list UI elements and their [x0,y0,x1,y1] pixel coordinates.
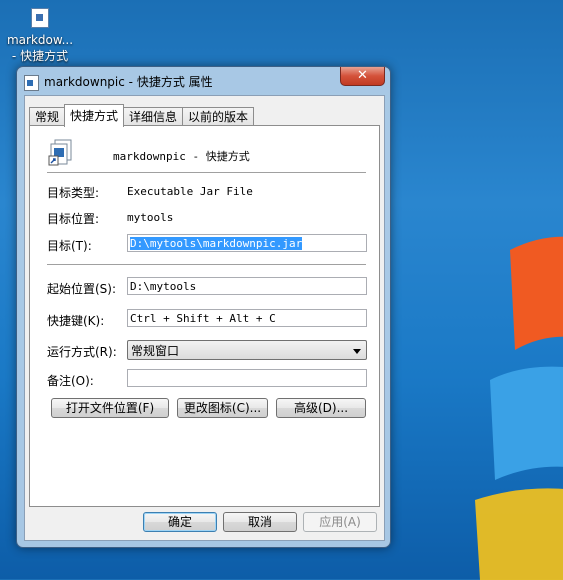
hotkey-input[interactable]: Ctrl + Shift + Alt + C [127,309,367,327]
target-input-value: D:\mytools\markdownpic.jar [130,237,303,250]
apply-button[interactable]: 应用(A) [303,512,377,532]
target-type-value: Executable Jar File [127,185,253,198]
run-select[interactable]: 常规窗口 [127,340,367,360]
shortcut-panel: markdownpic - 快捷方式 目标类型: Executable Jar … [29,125,380,507]
cancel-button[interactable]: 取消 [223,512,297,532]
run-label: 运行方式(R): [47,345,117,359]
desktop-icon-label-2: - 快捷方式 [11,49,69,63]
properties-window: markdownpic - 快捷方式 属性 ✕ 常规 快捷方式 详细信息 以前的… [16,66,391,548]
chevron-down-icon [353,349,361,354]
tab-previous-versions[interactable]: 以前的版本 [182,107,255,127]
run-select-value: 常规窗口 [131,344,180,358]
open-file-location-button[interactable]: 打开文件位置(F) [51,398,169,418]
ok-button[interactable]: 确定 [143,512,217,532]
desktop-icon-label-1: markdow... [6,33,74,47]
shortcut-name: markdownpic - 快捷方式 [113,150,250,163]
shortcut-file-icon [48,139,72,166]
start-in-input[interactable]: D:\mytools [127,277,367,295]
separator [47,264,366,266]
start-in-label: 起始位置(S): [47,282,117,296]
jar-file-icon [31,8,49,28]
target-location-label: 目标位置: [47,212,100,226]
desktop-shortcut-icon[interactable]: markdow... - 快捷方式 [0,8,80,64]
windows-logo [475,236,563,580]
target-location-value: mytools [127,211,174,224]
hotkey-label: 快捷键(K): [47,314,105,328]
target-input[interactable]: D:\mytools\markdownpic.jar [127,234,367,252]
comment-input[interactable] [127,369,367,387]
tab-shortcut[interactable]: 快捷方式 [64,104,125,127]
window-icon [24,75,39,91]
tab-details[interactable]: 详细信息 [123,107,184,127]
change-icon-button[interactable]: 更改图标(C)... [177,398,268,418]
advanced-button[interactable]: 高级(D)... [276,398,366,418]
title-bar[interactable]: markdownpic - 快捷方式 属性 ✕ [17,67,390,93]
separator [47,172,366,174]
close-button[interactable]: ✕ [340,67,385,86]
tab-general[interactable]: 常规 [29,107,66,127]
tab-strip: 常规 快捷方式 详细信息 以前的版本 [29,104,255,127]
dialog-client: 常规 快捷方式 详细信息 以前的版本 markdownpic - 快捷方式 目标… [24,95,385,541]
comment-label: 备注(O): [47,374,94,388]
target-label: 目标(T): [47,239,92,253]
window-title: markdownpic - 快捷方式 属性 [44,75,213,89]
target-type-label: 目标类型: [47,186,100,200]
